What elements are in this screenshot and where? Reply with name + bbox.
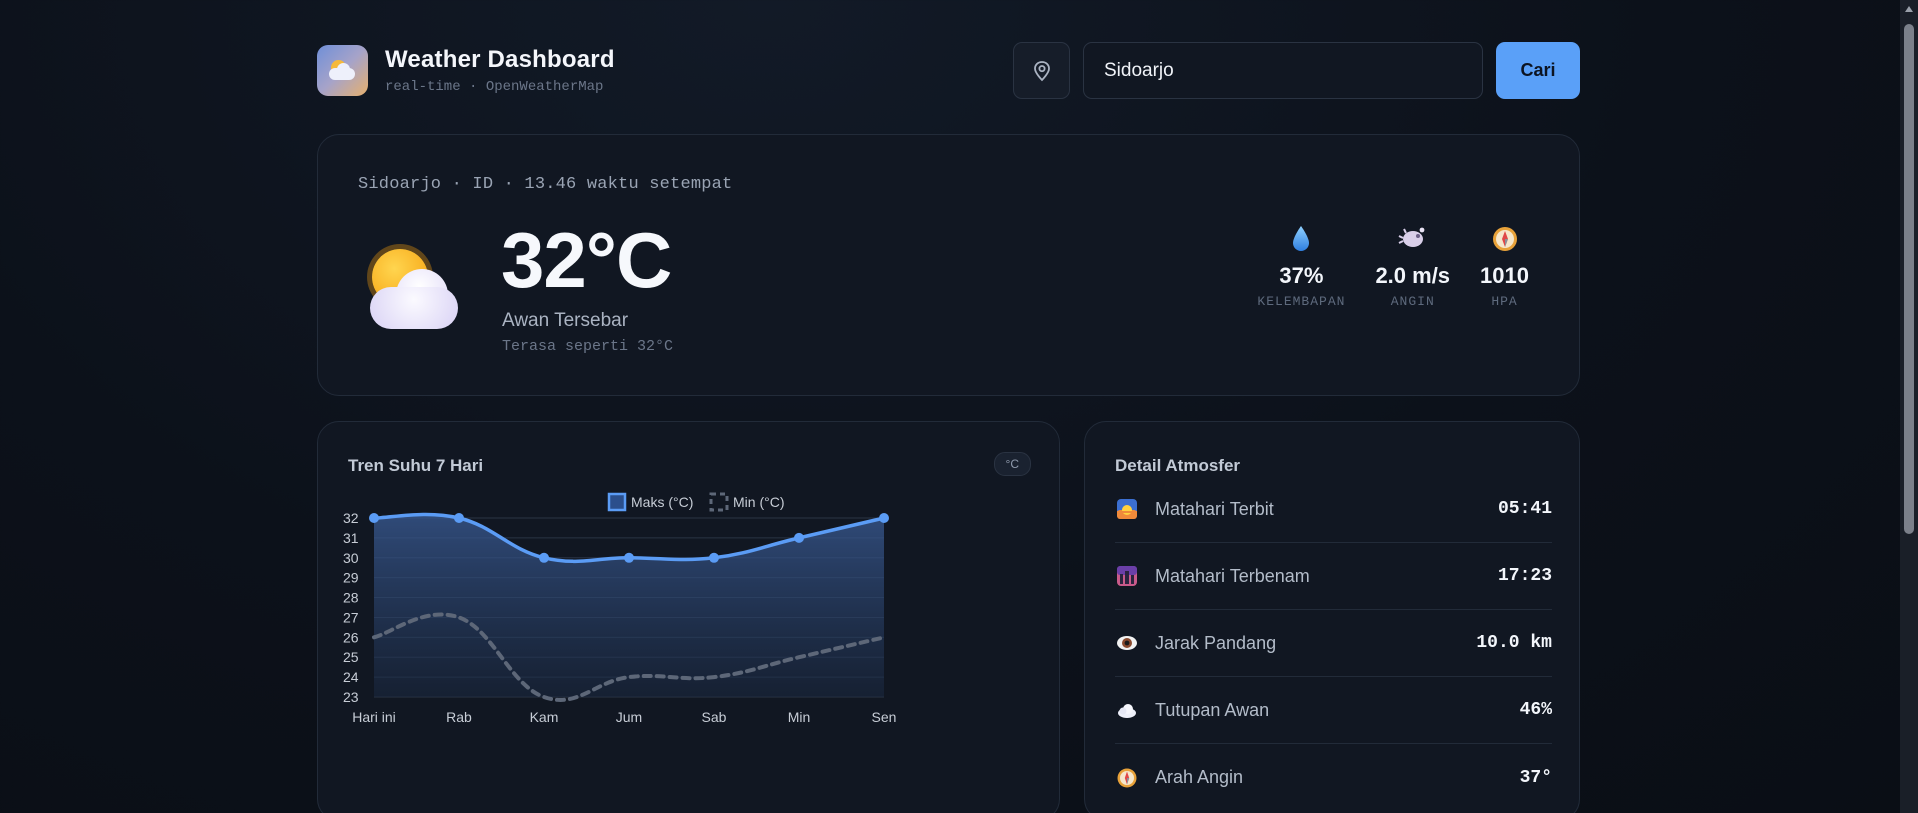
city-search-input[interactable] [1083,42,1483,99]
y-tick-label: 23 [343,689,359,705]
wind-icon [1398,227,1425,247]
legend-max-swatch [607,492,627,512]
location-button[interactable] [1013,42,1070,99]
current-temperature: 32°C [501,216,672,304]
feels-like: Terasa seperti 32°C [502,338,674,355]
detail-row-sunrise: Matahari Terbit 05:41 [1115,476,1552,543]
pressure-label: HPA [1491,294,1518,309]
sunset-icon [1117,566,1137,586]
x-tick-label: Sen [872,709,897,725]
sun-behind-cloud-icon [368,245,468,335]
cloud-cover-value: 46% [1519,700,1552,720]
sunrise-label: Matahari Terbit [1155,498,1274,519]
wind-direction-label: Arah Angin [1155,767,1244,787]
sunrise-value: 05:41 [1497,499,1552,519]
detail-row-wind-direction: Arah Angin 37° [1115,744,1552,811]
legend-max-label: Maks (°C) [631,494,693,510]
legend-min-swatch [709,492,729,512]
detail-row-sunset: Matahari Terbenam 17:23 [1115,543,1552,610]
temperature-trend-card: Tren Suhu 7 Hari °C 32 31 30 29 28 27 26 25 24 23… [317,421,1060,813]
location-meta: Sidoarjo · ID · 13.46 waktu setempat [358,175,733,194]
pressure-value: 1010 [1480,263,1529,288]
y-tick-label: 32 [343,510,359,526]
sunrise-icon [1117,499,1137,519]
sunset-label: Matahari Terbenam [1155,565,1310,586]
visibility-label: Jarak Pandang [1155,632,1277,653]
stat-humidity: 37% KELEMBAPAN [1257,223,1345,309]
compass-icon [1117,768,1137,787]
page-scrollbar[interactable] [1900,0,1918,813]
x-tick-label: Rab [446,709,472,725]
sunset-value: 17:23 [1497,566,1552,586]
x-tick-label: Min [788,709,811,725]
max-point [794,532,804,543]
x-tick-label: Hari ini [352,709,396,725]
y-tick-label: 30 [343,550,359,566]
visibility-value: 10.0 km [1476,633,1552,653]
scroll-up-arrow-icon[interactable] [1905,6,1913,12]
legend-min-label: Min (°C) [733,494,784,510]
detail-row-visibility: Jarak Pandang 10.0 km [1115,610,1552,677]
weather-stats: 37% KELEMBAPAN 2.0 m/s ANGIN 1010 HPA [1257,223,1529,309]
current-weather-card: Sidoarjo · ID · 13.46 waktu setempat 32°… [317,134,1580,396]
x-tick-label: Kam [530,709,559,725]
scrollbar-thumb[interactable] [1904,24,1914,534]
header: Weather Dashboard real-time · OpenWeathe… [317,42,1580,102]
y-tick-label: 27 [343,609,359,625]
wind-value: 2.0 m/s [1375,263,1451,288]
max-point [879,513,889,523]
eye-icon [1117,636,1137,650]
cloud-icon [1118,704,1136,718]
y-tick-label: 26 [343,629,359,645]
app-title: Weather Dashboard [385,46,615,73]
sun-cloud-icon [317,45,368,96]
weather-description: Awan Tersebar [502,310,629,331]
x-tick-label: Jum [616,709,642,725]
humidity-label: KELEMBAPAN [1257,294,1346,309]
wind-direction-value: 37° [1519,767,1552,788]
wind-label: ANGIN [1390,294,1435,309]
y-tick-label: 24 [343,669,359,685]
stat-wind: 2.0 m/s ANGIN [1375,223,1450,309]
atmosphere-details-card: Detail Atmosfer Matahari Terbit 05:41 Ma… [1084,421,1580,813]
max-point [369,513,379,523]
max-point [624,552,634,563]
max-point [709,552,719,563]
detail-row-cloud-cover: Tutupan Awan 46% [1115,677,1552,744]
max-point [454,513,464,523]
y-tick-label: 28 [343,590,359,606]
y-tick-label: 25 [343,649,359,665]
search-button[interactable]: Cari [1496,42,1580,99]
humidity-value: 37% [1279,263,1324,288]
details-title: Detail Atmosfer [1115,456,1241,475]
brand: Weather Dashboard real-time · OpenWeathe… [317,45,615,96]
x-tick-label: Sab [702,709,727,725]
droplet-icon [1293,226,1310,251]
max-area [374,514,884,697]
app-subtitle: real-time · OpenWeatherMap [385,79,604,95]
cloud-cover-label: Tutupan Awan [1155,699,1270,720]
details-list: Matahari Terbit 05:41 Matahari Terbenam … [1115,476,1552,811]
compass-icon [1492,227,1517,251]
y-tick-label: 31 [343,530,359,546]
y-tick-label: 29 [343,570,359,586]
stat-pressure: 1010 HPA [1480,223,1529,309]
max-point [539,552,549,563]
map-pin-icon [1033,60,1050,81]
search-bar: Cari [1013,42,1580,99]
temperature-chart: 32 31 30 29 28 27 26 25 24 23 Hari ini Rab Kam Jum Sab… [343,492,897,725]
